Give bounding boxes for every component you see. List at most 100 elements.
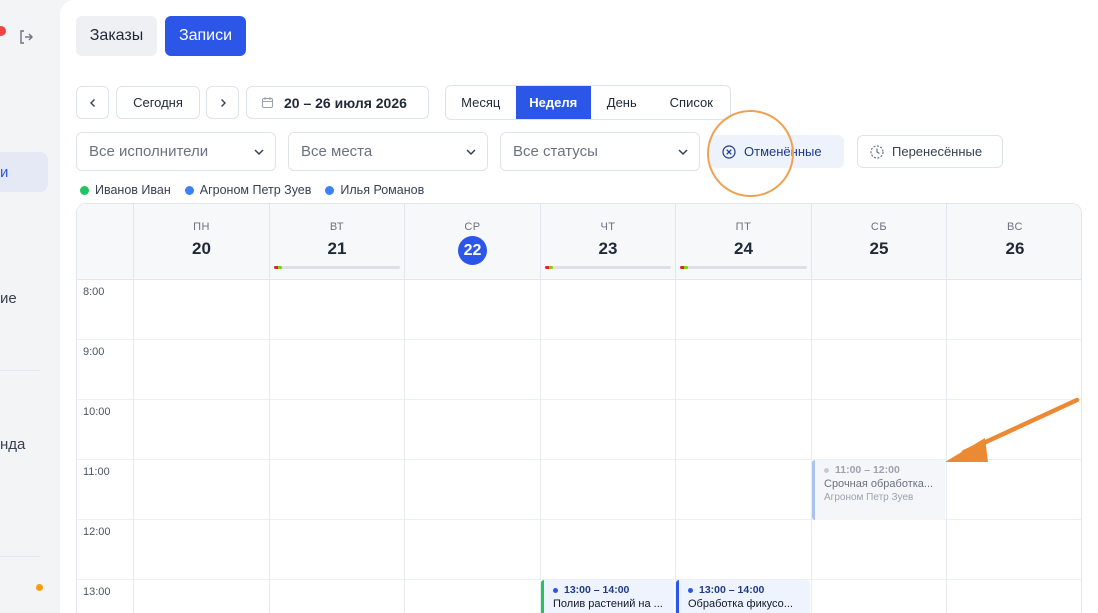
day-of-week: СР bbox=[464, 221, 481, 233]
grid-line bbox=[404, 280, 405, 613]
time-label: 13:00 bbox=[83, 586, 111, 598]
statuses-select[interactable]: Все статусы bbox=[500, 132, 700, 171]
day-header-sat[interactable]: СБ 25 bbox=[811, 204, 946, 280]
legend-label: Иванов Иван bbox=[95, 183, 171, 197]
event-time-label: 11:00 – 12:00 bbox=[835, 464, 900, 476]
time-label: 9:00 bbox=[83, 346, 105, 358]
next-week-button[interactable] bbox=[206, 86, 239, 119]
view-month[interactable]: Месяц bbox=[446, 86, 516, 119]
legend-label: Агроном Петр Зуев bbox=[199, 183, 312, 197]
today-marker: 22 bbox=[458, 236, 487, 265]
time-label: 10:00 bbox=[83, 406, 111, 418]
day-of-week: ПН bbox=[193, 221, 210, 233]
chevron-left-icon bbox=[89, 98, 95, 107]
event-card[interactable]: 13:00 – 14:00 Обработка фикусо... bbox=[676, 580, 810, 613]
day-header-sun[interactable]: ВС 26 bbox=[946, 204, 1081, 280]
day-number: 23 bbox=[598, 239, 618, 258]
time-label: 11:00 bbox=[83, 466, 110, 478]
event-time: 13:00 – 14:00 bbox=[553, 584, 674, 596]
annotation-circle bbox=[707, 110, 794, 197]
grid-line bbox=[675, 280, 676, 613]
event-status-dot bbox=[553, 587, 558, 593]
chevron-down-icon bbox=[678, 148, 688, 155]
legend-dot bbox=[184, 185, 194, 195]
time-slot-row[interactable]: 8:00 bbox=[77, 280, 1081, 340]
grid-line bbox=[133, 280, 134, 613]
sidebar-divider bbox=[0, 556, 40, 557]
day-load-bar bbox=[274, 266, 400, 269]
date-range-label: 20 – 26 июля 2026 bbox=[284, 94, 407, 111]
day-of-week: ВС bbox=[1007, 221, 1023, 233]
day-number: 20 bbox=[192, 239, 211, 258]
event-performer: Агроном Петр Зуев bbox=[824, 492, 914, 503]
day-header-mon[interactable]: ПН 20 bbox=[133, 204, 269, 280]
rescheduled-toggle-label: Перенесённые bbox=[892, 144, 983, 159]
event-time: 13:00 – 14:00 bbox=[688, 584, 810, 596]
calendar-icon bbox=[261, 97, 274, 109]
places-select[interactable]: Все места bbox=[288, 132, 488, 171]
calendar-header: ПН 20 ВТ 21 СР 22 ЧТ 23 ПТ 24 СБ 25 ВС 2… bbox=[77, 204, 1081, 280]
tab-records[interactable]: Записи bbox=[165, 16, 246, 56]
sidebar-item-label[interactable]: и bbox=[0, 164, 8, 181]
prev-week-button[interactable] bbox=[76, 86, 109, 119]
notification-dot bbox=[0, 26, 6, 36]
annotation-arrow bbox=[945, 397, 1080, 462]
time-slot-row[interactable]: 12:00 bbox=[77, 520, 1081, 580]
day-header-tue[interactable]: ВТ 21 bbox=[269, 204, 404, 280]
view-switcher: Месяц Неделя День Список bbox=[445, 85, 731, 120]
day-of-week: СБ bbox=[870, 221, 888, 233]
grid-line bbox=[811, 280, 812, 613]
chevron-right-icon bbox=[220, 98, 226, 107]
event-card[interactable]: 13:00 – 14:00 Полив растений на ... bbox=[541, 580, 674, 613]
grid-line bbox=[540, 280, 541, 613]
statuses-select-value: Все статусы bbox=[513, 143, 598, 160]
legend-dot bbox=[80, 185, 89, 195]
day-load-bar bbox=[680, 266, 807, 269]
day-header-fri[interactable]: ПТ 24 bbox=[675, 204, 811, 280]
day-of-week: ПТ bbox=[735, 221, 752, 233]
event-status-dot bbox=[688, 587, 693, 593]
day-header-thu[interactable]: ЧТ 23 bbox=[540, 204, 675, 280]
performers-legend: Иванов Иван Агроном Петр Зуев Илья Роман… bbox=[80, 183, 424, 197]
day-number: 21 bbox=[327, 239, 347, 258]
places-select-value: Все места bbox=[301, 143, 373, 160]
legend-dot bbox=[325, 185, 335, 195]
legend-item: Иванов Иван bbox=[80, 183, 171, 197]
sidebar-item-label[interactable]: ие bbox=[0, 290, 17, 307]
performers-select[interactable]: Все исполнители bbox=[76, 132, 276, 171]
sidebar-divider bbox=[0, 370, 40, 371]
event-time: 11:00 – 12:00 bbox=[824, 464, 945, 476]
sidebar-item-label[interactable]: нда bbox=[0, 436, 25, 453]
event-card-cancelled[interactable]: 11:00 – 12:00 Срочная обработка... Агрон… bbox=[812, 460, 945, 520]
event-title: Срочная обработка... bbox=[824, 478, 934, 490]
clock-icon bbox=[870, 144, 884, 159]
grid-line bbox=[269, 280, 270, 613]
logout-icon[interactable] bbox=[18, 29, 34, 45]
main-panel: Заказы Записи Сегодня 20 – 26 июля 2026 … bbox=[60, 0, 1098, 613]
day-of-week: ВТ bbox=[329, 221, 345, 233]
sidebar: и ие нда bbox=[0, 0, 60, 613]
day-of-week: ЧТ bbox=[600, 221, 616, 233]
event-title: Полив растений на ... bbox=[553, 598, 663, 610]
chevron-down-icon bbox=[466, 148, 476, 155]
rescheduled-toggle[interactable]: Перенесённые bbox=[857, 135, 1003, 168]
event-title: Обработка фикусо... bbox=[688, 598, 793, 610]
status-dot bbox=[36, 584, 43, 591]
day-number: 24 bbox=[734, 239, 753, 258]
performers-select-value: Все исполнители bbox=[89, 143, 209, 160]
event-status-dot bbox=[824, 467, 829, 473]
chevron-down-icon bbox=[254, 148, 264, 155]
tab-orders[interactable]: Заказы bbox=[76, 16, 157, 56]
day-number: 25 bbox=[869, 239, 889, 258]
day-number: 26 bbox=[1005, 239, 1025, 258]
legend-item: Илья Романов bbox=[325, 183, 424, 197]
day-header-wed[interactable]: СР 22 bbox=[404, 204, 540, 280]
time-label: 12:00 bbox=[83, 526, 111, 538]
view-day[interactable]: День bbox=[591, 86, 653, 119]
day-load-bar bbox=[545, 266, 671, 269]
view-list[interactable]: Список bbox=[653, 86, 730, 119]
view-week[interactable]: Неделя bbox=[515, 86, 591, 119]
legend-label: Илья Романов bbox=[340, 183, 425, 197]
date-range-picker[interactable]: 20 – 26 июля 2026 bbox=[246, 86, 429, 119]
today-button[interactable]: Сегодня bbox=[116, 86, 200, 119]
